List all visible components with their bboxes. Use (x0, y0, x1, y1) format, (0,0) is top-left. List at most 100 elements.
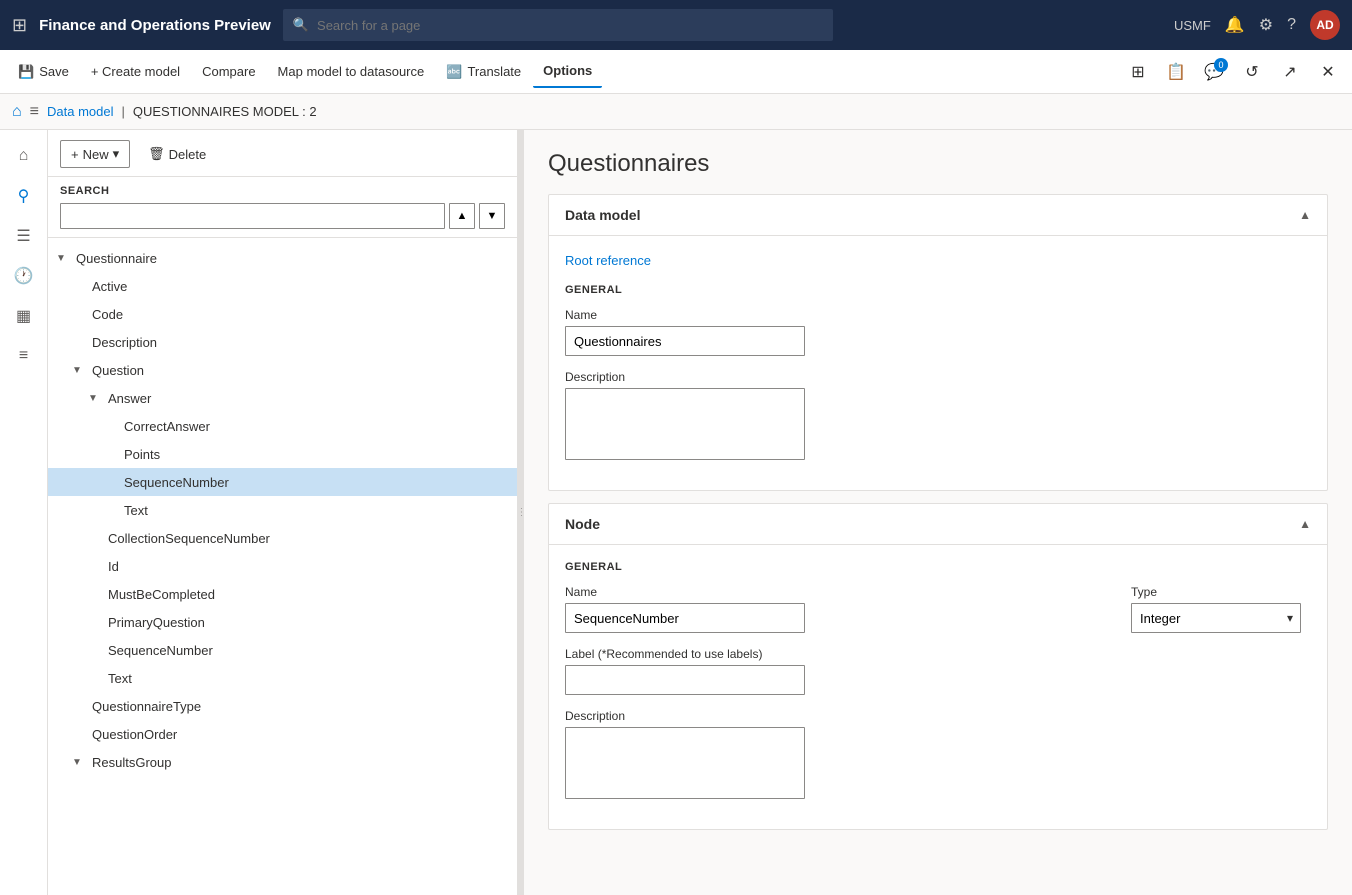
cmd-bar-right: ⊞ 📋 💬 0 ↺ ↗ ✕ (1122, 56, 1344, 88)
compare-button[interactable]: Compare (192, 56, 265, 88)
name-form-group: Name (565, 308, 1311, 356)
tree-row[interactable]: Description (48, 328, 517, 356)
tree-row[interactable]: ▼ResultsGroup (48, 748, 517, 776)
tree-row[interactable]: QuestionOrder (48, 720, 517, 748)
tree-node-label: Id (104, 559, 119, 574)
tree-node-label: Points (120, 447, 160, 462)
tree-node-label: CorrectAnswer (120, 419, 210, 434)
workspace-button[interactable]: ▦ (6, 298, 42, 334)
search-prev-button[interactable]: ▲ (449, 203, 475, 229)
tree-node-label: SequenceNumber (104, 643, 213, 658)
search-bar[interactable]: 🔍 (283, 9, 833, 41)
save-button[interactable]: 💾 Save (8, 56, 79, 88)
tree-row[interactable]: Code (48, 300, 517, 328)
data-model-section-title: Data model (565, 207, 640, 223)
design-mode-button[interactable]: ⊞ (1122, 56, 1154, 88)
list-button[interactable]: ≡ (6, 338, 42, 374)
tree-node-label: Code (88, 307, 123, 322)
translate-button[interactable]: 🔤 Translate (436, 56, 531, 88)
tree-row[interactable]: Text (48, 664, 517, 692)
delete-button[interactable]: 🗑 Delete (138, 140, 216, 168)
node-collapse-icon: ▲ (1299, 517, 1311, 531)
new-button[interactable]: + New ▾ (60, 140, 130, 168)
node-section-header[interactable]: Node ▲ (549, 504, 1327, 545)
search-next-button[interactable]: ▼ (479, 203, 505, 229)
view-button[interactable]: 📋 (1160, 56, 1192, 88)
create-model-button[interactable]: + Create model (81, 56, 190, 88)
name-input[interactable] (565, 326, 805, 356)
notification-icon[interactable]: 🔔 (1225, 15, 1245, 35)
data-model-section: Data model ▲ Root reference GENERAL Name… (548, 194, 1328, 491)
tree-row[interactable]: ▼Answer (48, 384, 517, 412)
node-description-textarea[interactable] (565, 727, 805, 799)
tree-node-label: SequenceNumber (120, 475, 229, 490)
tree-row[interactable]: Active (48, 272, 517, 300)
tree-toolbar: + New ▾ 🗑 Delete (48, 130, 517, 177)
node-label-input[interactable] (565, 665, 805, 695)
node-general-row: Name Label (*Recommended to use labels) … (565, 585, 1311, 813)
grid-icon: ⊞ (12, 15, 27, 36)
nav-icon[interactable]: ≡ (30, 103, 39, 121)
menu-button[interactable]: ☰ (6, 218, 42, 254)
breadcrumb-link[interactable]: Data model (47, 104, 113, 119)
plus-icon: + (71, 147, 79, 162)
delete-icon: 🗑 (148, 146, 165, 162)
map-model-button[interactable]: Map model to datasource (268, 56, 435, 88)
home-icon[interactable]: ⌂ (12, 103, 22, 121)
app-title: Finance and Operations Preview (39, 17, 271, 34)
top-bar-right: USMF 🔔 ⚙ ? AD (1174, 10, 1340, 40)
node-section-body: GENERAL Name Label (*Recommended to use … (549, 545, 1327, 829)
tree-node-label: QuestionnaireType (88, 699, 201, 714)
node-type-label: Type (1131, 585, 1311, 599)
tree-node-label: Text (104, 671, 132, 686)
icon-bar: ⌂ ⚲ ☰ 🕐 ▦ ≡ (0, 130, 48, 895)
tree-toggle-icon: ▼ (72, 365, 88, 376)
node-name-input[interactable] (565, 603, 805, 633)
tree-row[interactable]: QuestionnaireType (48, 692, 517, 720)
avatar[interactable]: AD (1310, 10, 1340, 40)
tree-toggle-icon: ▼ (72, 757, 88, 768)
tasks-button[interactable]: 💬 0 (1198, 56, 1230, 88)
options-button[interactable]: Options (533, 56, 602, 88)
tree-row[interactable]: PrimaryQuestion (48, 608, 517, 636)
node-name-label: Name (565, 585, 1107, 599)
root-reference-link[interactable]: Root reference (565, 253, 651, 268)
refresh-button[interactable]: ↺ (1236, 56, 1268, 88)
tree-row[interactable]: SequenceNumber (48, 636, 517, 664)
tree-panel: + New ▾ 🗑 Delete SEARCH ▲ ▼ ▼Questionnai… (48, 130, 518, 895)
search-input[interactable] (317, 18, 823, 33)
home-nav-button[interactable]: ⌂ (6, 138, 42, 174)
tree-node-label: PrimaryQuestion (104, 615, 205, 630)
recent-button[interactable]: 🕐 (6, 258, 42, 294)
detail-panel: Questionnaires Data model ▲ Root referen… (524, 130, 1352, 895)
node-label-label: Label (*Recommended to use labels) (565, 647, 1107, 661)
apps-grid-button[interactable]: ⊞ (12, 15, 27, 36)
tree-node-label: Text (120, 503, 148, 518)
data-model-section-header[interactable]: Data model ▲ (549, 195, 1327, 236)
tree-row[interactable]: SequenceNumber (48, 468, 517, 496)
tree-node-label: MustBeCompleted (104, 587, 215, 602)
tree-row[interactable]: CollectionSequenceNumber (48, 524, 517, 552)
tree-row[interactable]: ▼Question (48, 356, 517, 384)
tree-row[interactable]: CorrectAnswer (48, 412, 517, 440)
tree-node-label: ResultsGroup (88, 755, 171, 770)
node-type-select[interactable]: IntegerStringBooleanRealDateDateTimeGUID… (1131, 603, 1301, 633)
tree-node-label: QuestionOrder (88, 727, 177, 742)
tree-search-section: SEARCH ▲ ▼ (48, 177, 517, 238)
open-new-button[interactable]: ↗ (1274, 56, 1306, 88)
data-model-collapse-icon: ▲ (1299, 208, 1311, 222)
tree-toggle-icon: ▼ (56, 253, 72, 264)
tree-row[interactable]: MustBeCompleted (48, 580, 517, 608)
tree-row[interactable]: Text (48, 496, 517, 524)
close-button[interactable]: ✕ (1312, 56, 1344, 88)
tree-row[interactable]: ▼Questionnaire (48, 244, 517, 272)
tree-row[interactable]: Points (48, 440, 517, 468)
help-icon[interactable]: ? (1287, 16, 1296, 34)
settings-icon[interactable]: ⚙ (1259, 15, 1273, 35)
description-textarea[interactable] (565, 388, 805, 460)
filter-button[interactable]: ⚲ (6, 178, 42, 214)
tree-row[interactable]: Id (48, 552, 517, 580)
node-col-type: Type IntegerStringBooleanRealDateDateTim… (1131, 585, 1311, 647)
tree-search-input[interactable] (60, 203, 445, 229)
save-icon: 💾 (18, 64, 34, 80)
